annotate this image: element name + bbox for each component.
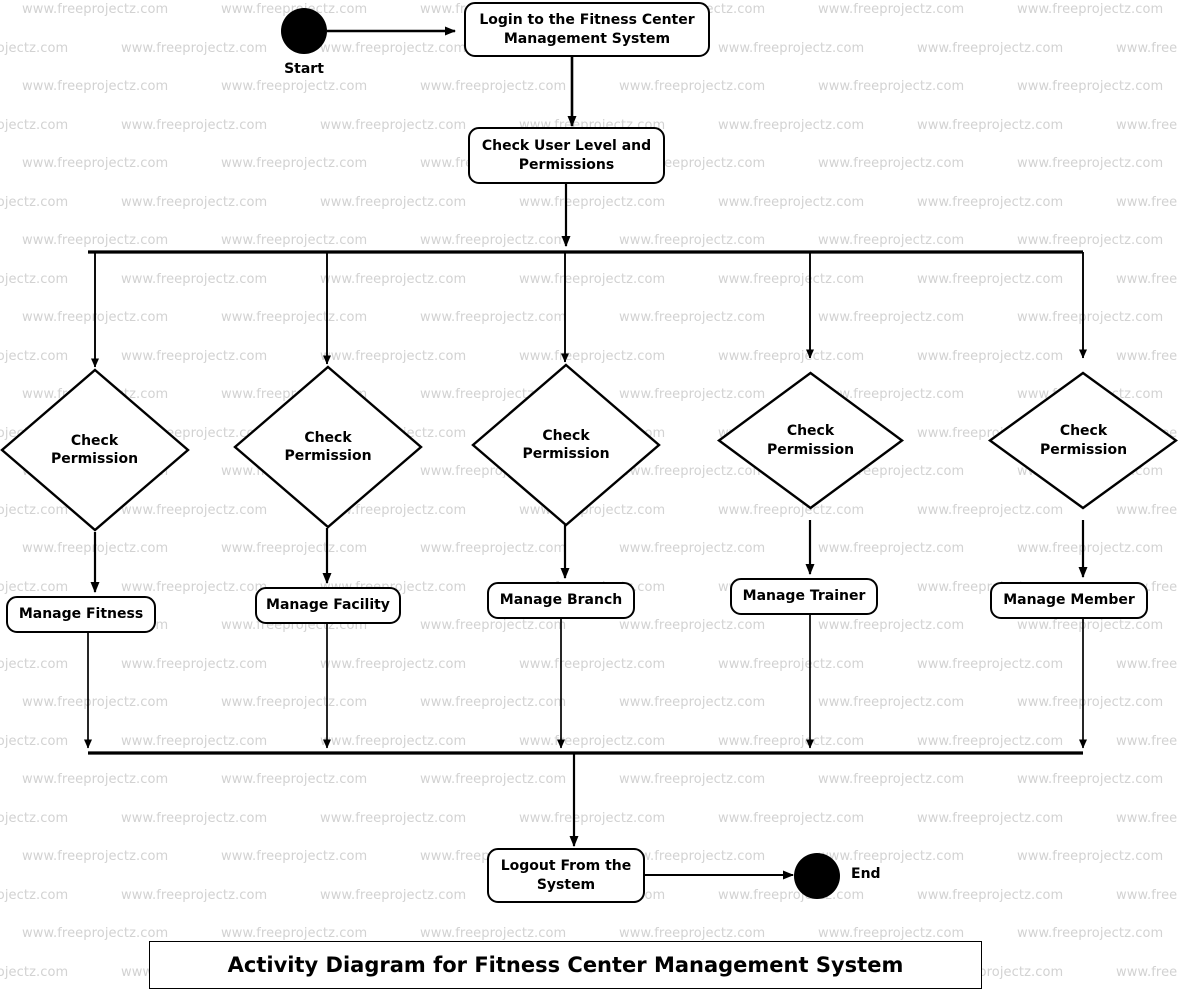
action-manage-facility-label: Manage Facility bbox=[266, 597, 390, 614]
diagram-layer: Start Login to the Fitness Center Manage… bbox=[0, 0, 1178, 994]
decision-check-permission-facility[interactable]: Check Permission bbox=[233, 365, 423, 529]
action-logout[interactable]: Logout From the System bbox=[487, 848, 645, 903]
action-manage-fitness[interactable]: Manage Fitness bbox=[6, 596, 156, 633]
initial-node-start bbox=[281, 8, 327, 54]
decision-check-permission-trainer[interactable]: Check Permission bbox=[716, 371, 905, 510]
diagram-title-bar: Activity Diagram for Fitness Center Mana… bbox=[149, 941, 982, 989]
start-label: Start bbox=[284, 61, 324, 77]
activity-diagram-canvas: www.freeprojectz.com www.freeprojectz.com… bbox=[0, 0, 1178, 994]
decision-check-permission-member[interactable]: Check Permission bbox=[987, 371, 1178, 510]
action-check-user-level-label: Check User Level and Permissions bbox=[481, 138, 652, 173]
action-manage-fitness-label: Manage Fitness bbox=[18, 606, 144, 623]
action-manage-branch[interactable]: Manage Branch bbox=[487, 582, 635, 619]
action-manage-branch-label: Manage Branch bbox=[499, 592, 623, 609]
action-manage-member-label: Manage Member bbox=[1003, 592, 1135, 609]
action-login-label: Login to the Fitness Center Management S… bbox=[479, 12, 695, 47]
diagram-title: Activity Diagram for Fitness Center Mana… bbox=[227, 953, 904, 977]
action-check-user-level[interactable]: Check User Level and Permissions bbox=[468, 127, 665, 184]
decision-check-permission-fitness[interactable]: Check Permission bbox=[0, 368, 190, 532]
action-manage-facility[interactable]: Manage Facility bbox=[255, 587, 401, 624]
decision-check-permission-branch[interactable]: Check Permission bbox=[471, 363, 661, 527]
action-manage-member[interactable]: Manage Member bbox=[990, 582, 1148, 619]
end-label: End bbox=[851, 866, 881, 882]
action-login[interactable]: Login to the Fitness Center Management S… bbox=[464, 2, 710, 57]
action-logout-label: Logout From the System bbox=[500, 858, 632, 893]
action-manage-trainer[interactable]: Manage Trainer bbox=[730, 578, 878, 615]
action-manage-trainer-label: Manage Trainer bbox=[742, 588, 866, 605]
final-node-end bbox=[794, 853, 840, 899]
